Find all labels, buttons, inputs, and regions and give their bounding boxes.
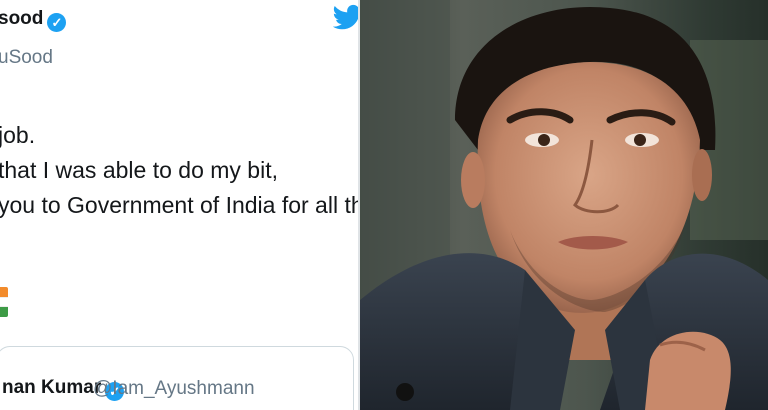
tweet-author-handle: uSood bbox=[0, 47, 53, 68]
tweet-author-name: sood ✓ bbox=[0, 8, 67, 32]
tweet-screenshot: sood ✓ uSood job. that I was able to do m… bbox=[0, 0, 358, 410]
portrait-photo bbox=[360, 0, 768, 410]
author-name-text: sood bbox=[0, 8, 44, 29]
twitter-logo-icon bbox=[333, 4, 358, 30]
quoted-author-handle: @Iam_Ayushmann bbox=[93, 378, 255, 399]
tweet-body: job. that I was able to do my bit, you t… bbox=[0, 118, 358, 223]
verified-badge-icon: ✓ bbox=[47, 13, 67, 32]
tweet-line: that I was able to do my bit, bbox=[0, 157, 278, 183]
quoted-name-text: nan Kumar bbox=[2, 377, 102, 398]
tweet-line: job. bbox=[0, 122, 36, 148]
tweet-line: you to Government of India for all the bbox=[0, 192, 358, 218]
india-flag-icon bbox=[0, 287, 8, 317]
portrait-illustration bbox=[360, 0, 768, 410]
